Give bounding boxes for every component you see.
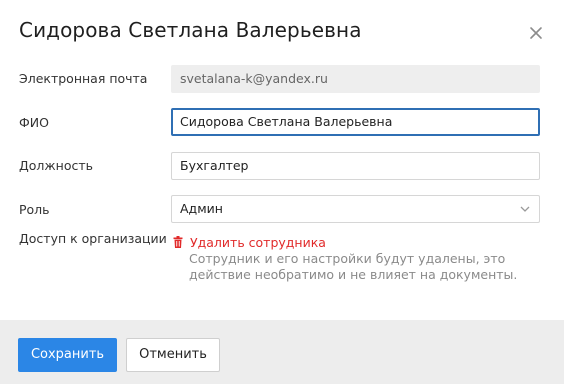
fio-input[interactable]: Сидорова Светлана Валерьевна [171, 108, 540, 136]
email-field: svetalana-k@yandex.ru [171, 65, 540, 93]
save-button[interactable]: Сохранить [18, 338, 117, 372]
access-label: Доступ к организации [19, 231, 167, 246]
position-label: Должность [19, 158, 94, 173]
position-input[interactable]: Бухгалтер [171, 152, 540, 180]
edit-employee-dialog: Сидорова Светлана Валерьевна Электронная… [0, 0, 564, 384]
role-select-value: Админ [180, 201, 223, 216]
cancel-button[interactable]: Отменить [126, 338, 220, 372]
email-label: Электронная почта [19, 71, 148, 86]
delete-warning-text: Сотрудник и его настройки будут удалены,… [189, 251, 518, 282]
delete-employee-link[interactable]: Удалить сотрудника [190, 235, 326, 250]
trash-icon [173, 236, 183, 248]
role-label: Роль [19, 202, 50, 217]
chevron-down-icon [520, 206, 530, 212]
role-select[interactable]: Админ [171, 195, 540, 223]
close-icon[interactable] [528, 25, 544, 41]
dialog-footer: Сохранить Отменить [0, 320, 564, 384]
dialog-title: Сидорова Светлана Валерьевна [19, 18, 362, 42]
fio-label: ФИО [19, 115, 49, 130]
